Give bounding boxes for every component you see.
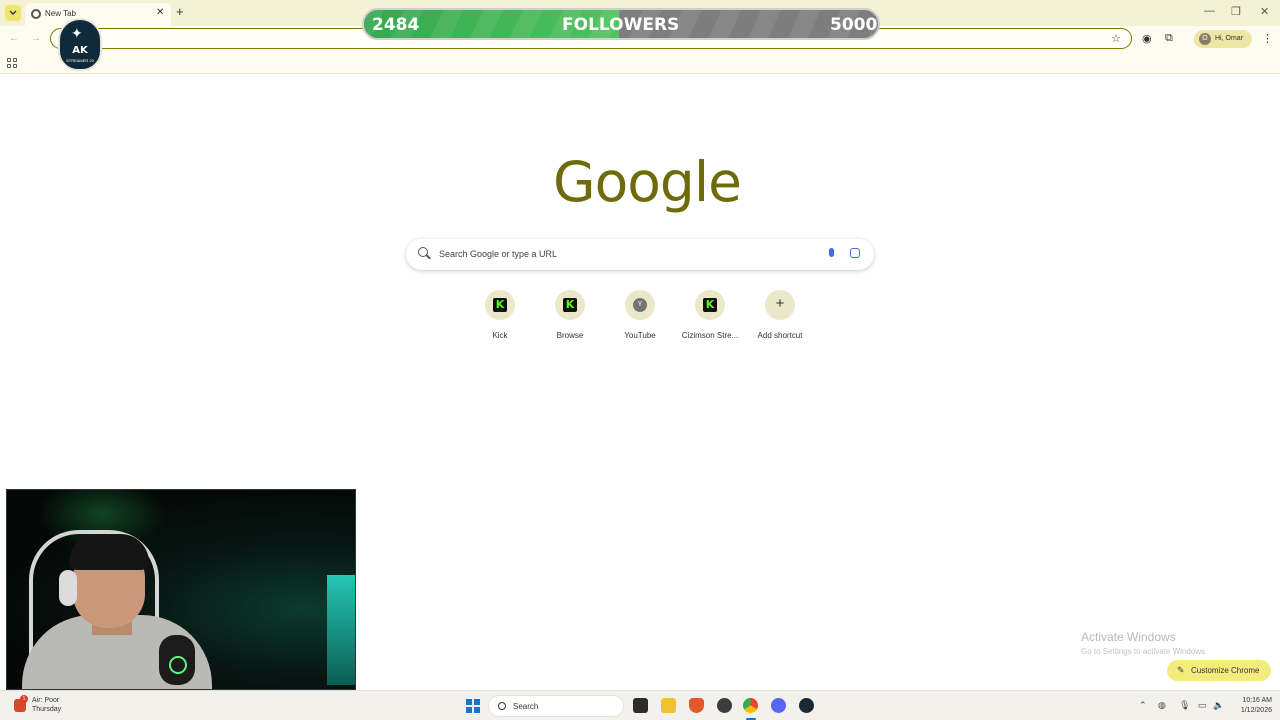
background-monitor	[327, 575, 355, 685]
activate-subtitle: Go to Settings to activate Windows.	[1081, 647, 1208, 656]
person-hair	[69, 534, 149, 570]
search-box[interactable]: Search Google or type a URL	[406, 239, 874, 270]
tray-overflow-icon[interactable]: ⌃	[1139, 700, 1147, 711]
chevron-down-icon	[9, 10, 17, 15]
shortcut-label: Add shortcut	[757, 331, 803, 340]
kick-icon: K	[703, 298, 717, 312]
shortcut-label: Kick	[492, 331, 508, 340]
network-icon[interactable]: ◍	[1158, 700, 1166, 711]
microphone-light	[169, 656, 187, 674]
kick-icon: K	[563, 298, 577, 312]
shortcut-label: Browse	[556, 331, 584, 340]
weather-widget[interactable]: Air: Poor Thursday	[32, 696, 61, 714]
webcam-overlay	[6, 489, 356, 690]
follower-goal: 5000	[830, 15, 878, 35]
tab-close-icon[interactable]: ✕	[156, 7, 164, 18]
plus-icon: +	[775, 295, 785, 312]
task-view-icon[interactable]	[633, 698, 648, 713]
extension-badge-icon[interactable]: ◉	[1142, 32, 1152, 45]
kebab-menu-icon[interactable]: ⋮	[1262, 32, 1273, 45]
shortcut-tile: Y	[625, 290, 655, 320]
apps-grid-icon[interactable]	[7, 58, 17, 68]
google-lens-icon[interactable]	[850, 248, 860, 258]
weather-line-1: Air: Poor	[32, 697, 60, 704]
new-tab-plus-icon[interactable]: +	[176, 5, 184, 18]
kick-icon: K	[493, 298, 507, 312]
follower-count: 2484	[372, 15, 420, 35]
window-close-icon[interactable]: ✕	[1260, 5, 1269, 18]
taskbar-search-label: Search	[513, 702, 539, 711]
pencil-icon: ✎	[1177, 665, 1185, 675]
tab-new-tab[interactable]: New Tab ✕	[25, 3, 171, 26]
forward-arrow-icon[interactable]: →	[31, 33, 41, 44]
bookmark-star-icon[interactable]: ☆	[1111, 32, 1121, 45]
phoenix-icon: ✦	[71, 25, 83, 41]
shortcut-tile: K	[485, 290, 515, 320]
steam-icon[interactable]	[799, 698, 814, 713]
weather-line-2: Thursday	[32, 706, 62, 713]
customize-label: Customize Chrome	[1191, 666, 1260, 675]
minimize-icon[interactable]: —	[1204, 5, 1215, 17]
display-icon[interactable]: ▭	[1198, 700, 1207, 711]
windows-start-icon[interactable]	[466, 699, 480, 713]
profile-greeting: Hi, Omar	[1215, 35, 1243, 42]
volume-icon[interactable]: 🔈	[1213, 700, 1224, 711]
headphone	[59, 570, 77, 606]
shortcut-browse[interactable]: K Browse	[535, 290, 605, 345]
youtube-icon: Y	[633, 298, 647, 312]
activate-title: Activate Windows	[1081, 630, 1176, 644]
obs-icon[interactable]	[717, 698, 732, 713]
follower-goal-bar: 2484 FOLLOWERS 5000	[362, 8, 880, 40]
bookmarks-bar	[0, 52, 1280, 74]
taskbar: 1 Air: Poor Thursday Search ⌃ ◍ 🎙 ▭ 🔈 10…	[0, 690, 1280, 720]
taskbar-search[interactable]: Search	[488, 695, 624, 717]
back-arrow-icon[interactable]: ←	[9, 33, 19, 44]
logo-subtitle: STREAMER 20	[66, 58, 94, 63]
google-logo: Google	[553, 150, 742, 214]
chrome-icon	[31, 9, 41, 19]
logo-text: AK	[72, 45, 88, 56]
discord-icon[interactable]	[771, 698, 786, 713]
microphone-tray-icon[interactable]: 🎙	[1179, 700, 1190, 711]
shortcut-tile: +	[765, 290, 795, 320]
search-icon	[418, 247, 428, 257]
file-explorer-icon[interactable]	[661, 698, 676, 713]
notification-badge: 1	[20, 695, 28, 703]
chrome-icon[interactable]	[743, 698, 758, 713]
shortcut-add[interactable]: + Add shortcut	[745, 290, 815, 345]
clock-date: 1/12/2026	[1240, 707, 1272, 714]
shortcut-cizimson[interactable]: K Cizimson Stre...	[675, 290, 745, 345]
shortcut-label: YouTube	[624, 331, 656, 340]
clock[interactable]: 10:16 AM 1/12/2026	[1226, 696, 1272, 716]
activate-windows-watermark: Activate Windows Go to Settings to activ…	[1081, 630, 1207, 656]
shortcut-tile: K	[695, 290, 725, 320]
shortcut-label: Cizimson Stre...	[681, 331, 739, 340]
channel-logo: ✦ AK STREAMER 20	[58, 18, 102, 71]
screen: New Tab ✕ + — ❐ ✕ ← → ☆ ◉ ⧉ O Hi, Omar ⋮…	[0, 0, 1280, 720]
follower-label: FOLLOWERS	[562, 15, 680, 35]
avatar: O	[1199, 33, 1211, 45]
search-icon	[498, 702, 506, 710]
profile-button[interactable]: O Hi, Omar	[1194, 30, 1252, 48]
microphone-icon[interactable]	[829, 248, 834, 257]
brave-browser-icon[interactable]	[689, 698, 704, 713]
tab-title: New Tab	[45, 9, 76, 18]
shortcut-tile: K	[555, 290, 585, 320]
extensions-puzzle-icon[interactable]: ⧉	[1165, 32, 1173, 45]
clock-time: 10:16 AM	[1242, 697, 1272, 704]
restore-icon[interactable]: ❐	[1231, 5, 1241, 18]
shortcut-youtube[interactable]: Y YouTube	[605, 290, 675, 345]
tab-search-button[interactable]	[5, 5, 21, 21]
customize-chrome-button[interactable]: ✎ Customize Chrome	[1167, 660, 1271, 681]
search-placeholder: Search Google or type a URL	[439, 249, 558, 259]
shortcut-kick[interactable]: K Kick	[465, 290, 535, 345]
